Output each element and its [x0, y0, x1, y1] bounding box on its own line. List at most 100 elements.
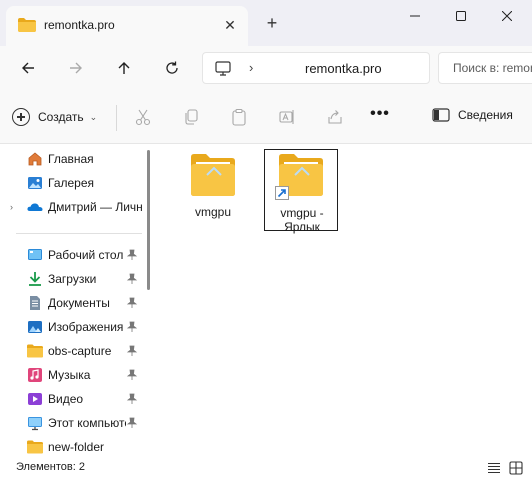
status-bar: Элементов: 2: [0, 456, 532, 480]
copy-icon: [185, 109, 198, 125]
details-button[interactable]: Сведения: [432, 108, 513, 122]
shortcut-arrow-icon: [275, 186, 289, 200]
refresh-button[interactable]: [158, 54, 186, 82]
sidebar-item-music[interactable]: Музыка: [0, 363, 146, 387]
sidebar-item-label: Главная: [48, 152, 94, 166]
create-label: Создать: [38, 110, 84, 124]
desktop-icon: [27, 247, 43, 263]
toolbar-divider: [116, 105, 117, 131]
navigation-pane: Главная Галерея › Дмитрий — Личный Рабоч…: [0, 145, 146, 456]
onedrive-icon: [27, 199, 43, 215]
close-icon: [502, 11, 512, 21]
breadcrumb-chevron-icon[interactable]: ›: [249, 60, 253, 75]
tab-remontka[interactable]: remontka.pro ✕: [6, 6, 248, 46]
plus-circle-icon: [12, 108, 30, 126]
sidebar-item-obs-capture[interactable]: obs-capture: [0, 339, 146, 363]
pictures-icon: [27, 319, 43, 335]
paste-button[interactable]: [229, 107, 249, 127]
sidebar-item-label: obs-capture: [48, 344, 112, 358]
new-tab-button[interactable]: +: [262, 13, 282, 33]
title-bar: remontka.pro ✕ +: [0, 0, 532, 46]
sidebar-item-downloads[interactable]: Загрузки: [0, 267, 146, 291]
home-icon: [27, 151, 43, 167]
minimize-icon: [410, 15, 420, 17]
address-bar[interactable]: › remontka.pro: [202, 52, 430, 84]
sidebar-item-label: Изображения: [48, 320, 124, 334]
minimize-button[interactable]: [392, 0, 438, 32]
create-button[interactable]: Создать ⌄: [12, 104, 97, 130]
gallery-icon: [27, 175, 43, 191]
chevron-right-icon[interactable]: ›: [10, 202, 13, 212]
command-bar: Создать ⌄ ••• Сведения: [0, 90, 532, 144]
arrow-up-icon: [118, 62, 130, 74]
list-view-icon: [488, 463, 500, 473]
pin-icon: [126, 249, 138, 261]
sidebar-item-label: new-folder: [48, 440, 105, 454]
file-item-vmgpu-shortcut[interactable]: vmgpu - Ярлык: [264, 149, 338, 234]
maximize-icon: [456, 11, 466, 21]
file-item-vmgpu[interactable]: vmgpu: [176, 149, 250, 231]
sidebar-item-documents[interactable]: Документы: [0, 291, 146, 315]
cut-button[interactable]: [133, 107, 153, 127]
forward-button[interactable]: [62, 54, 90, 82]
rename-button[interactable]: [277, 107, 297, 127]
refresh-icon: [166, 61, 178, 74]
pin-icon: [126, 393, 138, 405]
item-count: Элементов: 2: [16, 461, 85, 473]
folder-icon: [191, 154, 235, 196]
sidebar-item-desktop[interactable]: Рабочий стол: [0, 243, 146, 267]
more-options-button[interactable]: •••: [370, 106, 390, 127]
sidebar-item-onedrive[interactable]: › Дмитрий — Личный: [0, 195, 146, 219]
folder-icon: [27, 439, 43, 455]
paste-icon: [232, 108, 246, 126]
monitor-icon: [215, 61, 231, 79]
sidebar-item-gallery[interactable]: Галерея: [0, 171, 146, 195]
sidebar-item-videos[interactable]: Видео: [0, 387, 146, 411]
breadcrumb-path[interactable]: remontka.pro: [305, 61, 382, 76]
tiles-view-button[interactable]: [509, 461, 523, 475]
search-input[interactable]: Поиск в: remontka.pro: [438, 52, 532, 84]
sidebar-scrollbar[interactable]: [147, 150, 150, 290]
file-list: vmgpu vmgpu - Ярлык: [152, 145, 532, 456]
folder-icon: [27, 343, 43, 359]
sidebar-item-label: Галерея: [48, 176, 95, 190]
address-row: › remontka.pro Поиск в: remontka.pro: [0, 46, 532, 90]
documents-icon: [27, 295, 43, 311]
sidebar-item-label: Рабочий стол: [48, 248, 124, 262]
copy-button[interactable]: [181, 107, 201, 127]
sidebar-item-pictures[interactable]: Изображения: [0, 315, 146, 339]
details-label: Сведения: [458, 108, 513, 122]
file-name: vmgpu: [194, 205, 232, 219]
sidebar-item-label: Дмитрий — Личный: [48, 200, 142, 214]
sidebar-item-label: Этот компьютер: [48, 416, 126, 430]
search-placeholder: Поиск в: remontka.pro: [453, 61, 532, 75]
sidebar-item-label: Документы: [48, 296, 110, 310]
videos-icon: [27, 391, 43, 407]
arrow-right-icon: [70, 62, 82, 74]
details-view-button[interactable]: [487, 461, 501, 475]
pin-icon: [126, 273, 138, 285]
pin-icon: [126, 321, 138, 333]
share-icon: [328, 110, 342, 124]
sidebar-item-this-pc[interactable]: Этот компьютер: [0, 411, 146, 435]
sidebar-item-label: Музыка: [48, 368, 91, 382]
music-icon: [27, 367, 43, 383]
tab-close-button[interactable]: ✕: [219, 14, 241, 36]
close-window-button[interactable]: [484, 0, 530, 32]
rename-icon: [279, 110, 294, 124]
pin-icon: [126, 369, 138, 381]
up-button[interactable]: [110, 54, 138, 82]
sidebar-divider: [16, 233, 142, 234]
details-pane-icon: [432, 108, 450, 122]
sidebar-item-label: Видео: [48, 392, 84, 406]
maximize-button[interactable]: [438, 0, 484, 32]
file-name: vmgpu - Ярлык: [280, 206, 324, 234]
cut-icon: [135, 109, 151, 126]
sidebar-item-label: Загрузки: [48, 272, 97, 286]
share-button[interactable]: [325, 107, 345, 127]
sidebar-item-home[interactable]: Главная: [0, 147, 146, 171]
pin-icon: [126, 345, 138, 357]
back-button[interactable]: [14, 54, 42, 82]
arrow-left-icon: [22, 62, 34, 74]
grid-view-icon: [509, 461, 523, 475]
